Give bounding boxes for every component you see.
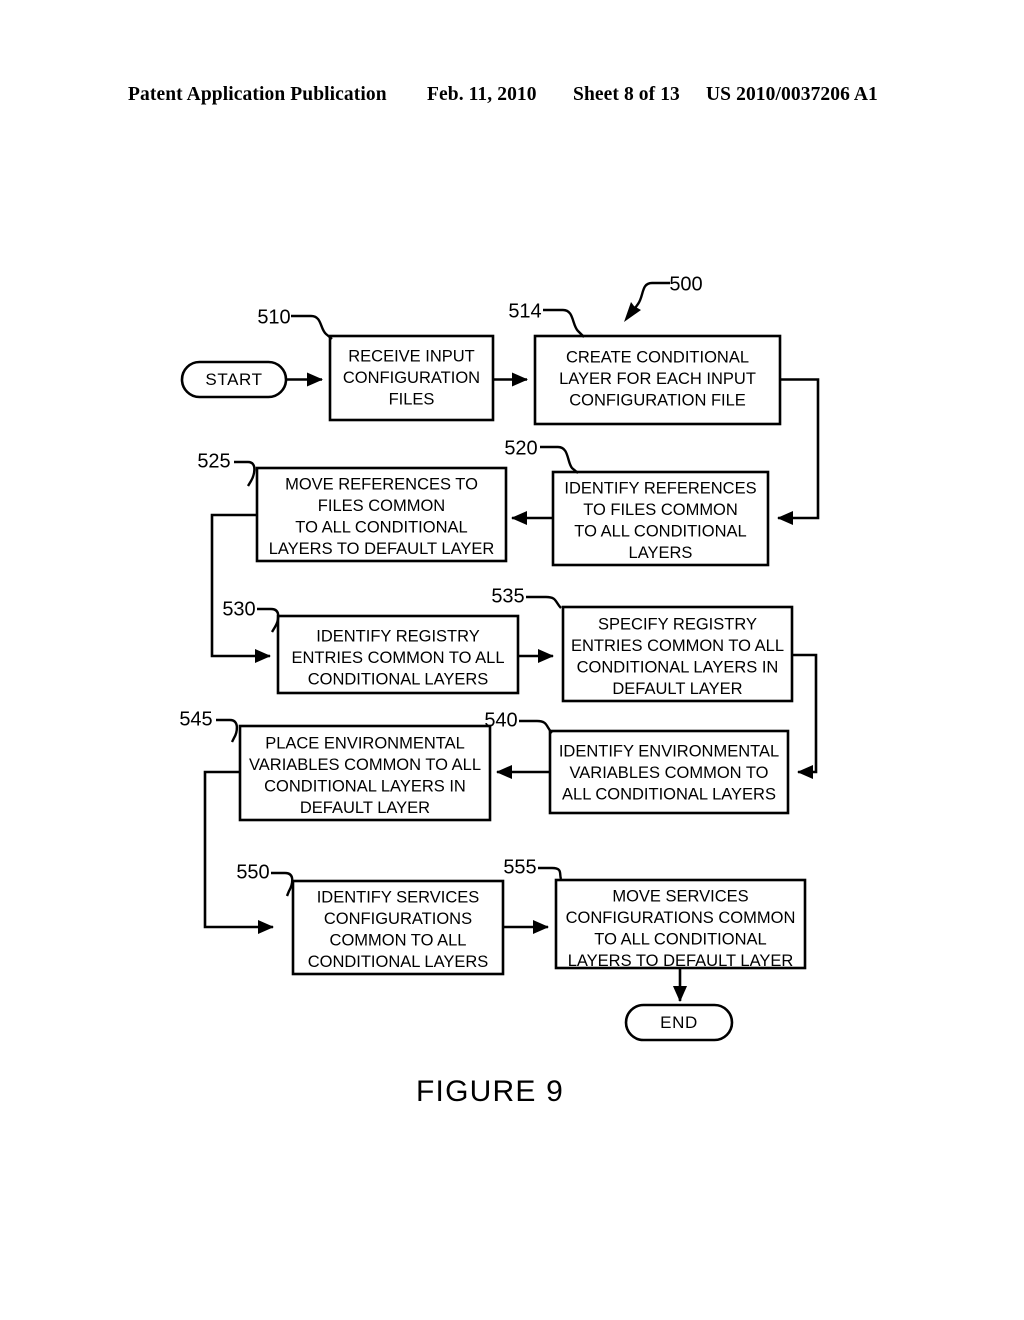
node-550-line-3: COMMON TO ALL xyxy=(330,931,467,949)
node-545: PLACE ENVIRONMENTAL VARIABLES COMMON TO … xyxy=(238,724,492,822)
node-525-line-2: FILES COMMON xyxy=(318,497,445,515)
node-545-line-2: VARIABLES COMMON TO ALL xyxy=(249,756,481,774)
node-530: IDENTIFY REGISTRY ENTRIES COMMON TO ALL … xyxy=(276,614,520,695)
diagram-ref-500: 500 xyxy=(624,273,703,322)
ref-number-500: 500 xyxy=(669,273,702,295)
node-545-line-3: CONDITIONAL LAYERS IN xyxy=(264,777,466,795)
connector-535-to-540 xyxy=(792,653,818,780)
ref-leader-555: 555 xyxy=(503,856,563,880)
ref-number-530: 530 xyxy=(222,598,255,620)
node-535-line-3: CONDITIONAL LAYERS IN xyxy=(577,658,779,676)
node-540-line-2: VARIABLES COMMON TO xyxy=(570,764,769,782)
node-545-line-4: DEFAULT LAYER xyxy=(300,799,430,817)
node-520-line-2: TO FILES COMMON xyxy=(583,501,738,519)
node-510-line-1: RECEIVE INPUT xyxy=(348,347,475,365)
node-540: IDENTIFY ENVIRONMENTAL VARIABLES COMMON … xyxy=(548,729,790,815)
node-550: IDENTIFY SERVICES CONFIGURATIONS COMMON … xyxy=(291,879,505,976)
ref-number-555: 555 xyxy=(503,856,536,878)
node-555-line-3: TO ALL CONDITIONAL xyxy=(594,930,766,948)
ref-number-545: 545 xyxy=(179,708,212,730)
node-535-line-4: DEFAULT LAYER xyxy=(612,680,742,698)
node-514-line-3: CONFIGURATION FILE xyxy=(569,391,746,409)
node-530-line-1: IDENTIFY REGISTRY xyxy=(316,627,480,645)
ref-leader-525: 525 xyxy=(197,450,256,487)
node-540-line-1: IDENTIFY ENVIRONMENTAL xyxy=(559,742,779,760)
ref-number-514: 514 xyxy=(508,300,541,322)
node-545-line-1: PLACE ENVIRONMENTAL xyxy=(265,734,465,752)
ref-number-510: 510 xyxy=(257,306,290,328)
node-end-label: END xyxy=(660,1013,698,1032)
ref-number-520: 520 xyxy=(504,437,537,459)
node-525-line-4: LAYERS TO DEFAULT LAYER xyxy=(269,540,495,558)
figure-9-flowchart: 500 START RECEIVE INPUT CONFIGURATION FI… xyxy=(179,273,820,1108)
node-540-line-3: ALL CONDITIONAL LAYERS xyxy=(562,785,776,803)
ref-leader-520: 520 xyxy=(504,437,579,474)
node-555: MOVE SERVICES CONFIGURATIONS COMMON TO A… xyxy=(554,878,807,970)
node-510: RECEIVE INPUT CONFIGURATION FILES xyxy=(328,334,495,422)
ref-leader-510: 510 xyxy=(257,306,333,340)
node-520: IDENTIFY REFERENCES TO FILES COMMON TO A… xyxy=(551,470,770,567)
node-525-line-1: MOVE REFERENCES TO xyxy=(285,475,478,493)
ref-leader-514: 514 xyxy=(508,300,585,338)
node-520-line-1: IDENTIFY REFERENCES xyxy=(564,479,756,497)
node-510-line-3: FILES xyxy=(389,390,435,408)
connector-514-to-520 xyxy=(777,378,820,526)
node-550-line-1: IDENTIFY SERVICES xyxy=(317,888,480,906)
node-535-line-2: ENTRIES COMMON TO ALL xyxy=(571,637,784,655)
node-555-line-1: MOVE SERVICES xyxy=(612,887,748,905)
node-530-line-2: ENTRIES COMMON TO ALL xyxy=(291,649,504,667)
node-550-line-4: CONDITIONAL LAYERS xyxy=(308,953,489,971)
node-end: END xyxy=(624,1003,734,1042)
ref-leader-545: 545 xyxy=(179,708,239,743)
ref-number-535: 535 xyxy=(491,585,524,607)
ref-leader-550: 550 xyxy=(236,861,294,897)
node-535-line-1: SPECIFY REGISTRY xyxy=(598,615,757,633)
ref-number-550: 550 xyxy=(236,861,269,883)
node-520-line-4: LAYERS xyxy=(629,544,693,562)
node-start-label: START xyxy=(205,370,262,389)
node-555-line-2: CONFIGURATIONS COMMON xyxy=(566,909,796,927)
node-520-line-3: TO ALL CONDITIONAL xyxy=(574,522,746,540)
node-530-line-3: CONDITIONAL LAYERS xyxy=(308,670,489,688)
node-514-line-1: CREATE CONDITIONAL xyxy=(566,348,749,366)
node-550-line-2: CONFIGURATIONS xyxy=(324,910,472,928)
node-514: CREATE CONDITIONAL LAYER FOR EACH INPUT … xyxy=(533,334,782,426)
node-start: START xyxy=(180,360,288,399)
node-525: MOVE REFERENCES TO FILES COMMON TO ALL C… xyxy=(255,466,508,563)
node-525-line-3: TO ALL CONDITIONAL xyxy=(295,518,467,536)
node-514-line-2: LAYER FOR EACH INPUT xyxy=(559,370,756,388)
figure-caption: FIGURE 9 xyxy=(416,1075,564,1108)
node-510-line-2: CONFIGURATION xyxy=(343,369,480,387)
ref-leader-530: 530 xyxy=(222,598,280,633)
ref-number-525: 525 xyxy=(197,450,230,472)
node-535: SPECIFY REGISTRY ENTRIES COMMON TO ALL C… xyxy=(561,605,794,703)
ref-leader-535: 535 xyxy=(491,585,562,609)
ref-leader-540: 540 xyxy=(484,709,553,734)
node-555-line-4: LAYERS TO DEFAULT LAYER xyxy=(568,952,794,970)
